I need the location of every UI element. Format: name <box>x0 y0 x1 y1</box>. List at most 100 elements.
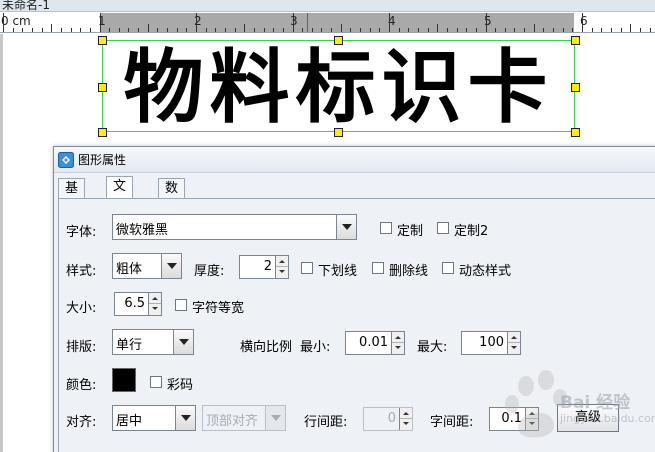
thickness-stepper[interactable]: 2 <box>239 255 289 279</box>
ruler-tick <box>167 28 168 32</box>
ruler-tick <box>428 28 429 32</box>
chevron-down-icon[interactable] <box>161 254 181 278</box>
size-label: 大小: <box>66 301 97 316</box>
ruler-tick <box>601 28 602 32</box>
layout-select[interactable]: 单行 <box>112 329 194 355</box>
style-label: 样式: <box>66 264 97 279</box>
thickness-value: 2 <box>263 259 272 274</box>
thickness-label: 厚度: <box>194 264 225 279</box>
dialog-title-bar[interactable]: 图形属性 <box>54 147 655 173</box>
resize-handle-bottom-left[interactable] <box>98 128 107 137</box>
thickness-spin-buttons <box>275 256 288 278</box>
monospace-checkbox-box[interactable] <box>175 299 187 311</box>
color-swatch[interactable] <box>112 368 136 392</box>
spin-down-icon[interactable] <box>149 304 161 315</box>
font-select[interactable]: 微软雅黑 <box>112 214 357 240</box>
size-stepper[interactable]: 6.5 <box>114 292 162 316</box>
colorful-checkbox-box[interactable] <box>150 376 162 388</box>
spin-down-icon[interactable] <box>392 343 404 354</box>
ruler-tick <box>61 28 62 32</box>
ruler-tick <box>534 24 535 32</box>
ruler-tick <box>312 28 313 32</box>
ruler-unit: 0 cm <box>1 14 31 28</box>
underline-checkbox-box[interactable] <box>301 262 313 274</box>
app-icon <box>58 152 74 168</box>
min-scale-stepper[interactable]: 0.01 <box>345 331 405 355</box>
vertical-align-select-value: 顶部对齐 <box>206 414 259 429</box>
spin-up-icon <box>400 408 412 419</box>
ruler-tick <box>563 28 564 32</box>
resize-handle-bottom[interactable] <box>334 128 343 137</box>
label-title-text[interactable]: 物料标识卡 <box>102 44 575 132</box>
ruler-tick <box>235 28 236 32</box>
ruler-tick <box>196 13 197 32</box>
window-title-strip: 未命名-1 <box>0 0 655 12</box>
resize-handle-top-right[interactable] <box>571 36 580 45</box>
resize-handle-left[interactable] <box>98 83 107 92</box>
spin-up-icon[interactable] <box>392 332 404 343</box>
color-label: 颜色: <box>66 378 97 393</box>
resize-handle-right[interactable] <box>571 83 580 92</box>
horizontal-ruler: 0 cm 1 2 3 4 5 6 <box>0 13 655 33</box>
chevron-down-icon[interactable] <box>173 330 193 354</box>
chevron-down-icon <box>265 406 285 430</box>
ruler-tick <box>148 24 149 32</box>
ruler-tick <box>457 28 458 32</box>
tab-text[interactable]: 文字 <box>106 176 134 214</box>
max-scale-spin-buttons <box>507 332 520 354</box>
chevron-down-icon[interactable] <box>336 215 356 239</box>
line-spacing-label: 行间距: <box>304 415 348 430</box>
ruler-tick <box>582 13 583 32</box>
tab-basic[interactable]: 基本 <box>58 178 86 216</box>
spin-down-icon[interactable] <box>508 343 520 354</box>
ruler-tick <box>592 28 593 32</box>
custom-checkbox-box[interactable] <box>380 222 392 234</box>
custom-checkbox-label: 定制 <box>397 224 424 239</box>
underline-checkbox-label: 下划线 <box>318 264 358 279</box>
watermark-text: Bai 经验 <box>560 393 631 413</box>
ruler-tick <box>186 28 187 32</box>
tab-datasource[interactable]: 数据源 <box>158 178 186 236</box>
ruler-tick <box>71 28 72 32</box>
ruler-tick <box>302 28 303 32</box>
ruler-tick <box>389 13 390 32</box>
style-select[interactable]: 粗体 <box>112 253 182 279</box>
max-scale-value: 100 <box>479 335 504 350</box>
spin-up-icon[interactable] <box>276 256 288 267</box>
ruler-tick <box>32 28 33 32</box>
dynamic-style-checkbox-label: 动态样式 <box>459 264 512 279</box>
chevron-down-icon[interactable] <box>175 406 195 430</box>
ruler-tick <box>13 28 14 32</box>
ruler-tick <box>22 28 23 32</box>
dynamic-style-checkbox-box[interactable] <box>442 262 454 274</box>
resize-handle-top-left[interactable] <box>98 36 107 45</box>
ruler-tick <box>495 28 496 32</box>
line-spacing-value: 0 <box>387 411 396 426</box>
spin-down-icon[interactable] <box>276 267 288 278</box>
ruler-position-marker <box>307 13 308 32</box>
ruler-active-range <box>101 13 574 32</box>
size-spin-buttons <box>148 293 161 315</box>
canvas-left-edge <box>0 34 3 452</box>
spin-up-icon[interactable] <box>508 332 520 343</box>
strikethrough-checkbox-box[interactable] <box>372 262 384 274</box>
ruler-tick <box>331 28 332 32</box>
ruler-tick <box>341 24 342 32</box>
custom2-checkbox-box[interactable] <box>437 222 449 234</box>
ruler-tick <box>650 28 651 32</box>
ruler-tick <box>100 13 101 32</box>
ruler-tick <box>51 24 52 32</box>
resize-handle-bottom-right[interactable] <box>571 128 580 137</box>
max-scale-stepper[interactable]: 100 <box>461 331 521 355</box>
ruler-tick <box>621 28 622 32</box>
align-select[interactable]: 居中 <box>112 405 196 431</box>
ruler-tick <box>42 28 43 32</box>
dialog-title: 图形属性 <box>78 153 127 167</box>
ruler-tick <box>215 28 216 32</box>
min-scale-spin-buttons <box>391 332 404 354</box>
spin-up-icon[interactable] <box>149 293 161 304</box>
resize-handle-top[interactable] <box>334 36 343 45</box>
ruler-tick <box>486 13 487 32</box>
size-value: 6.5 <box>124 296 145 311</box>
ruler-tick <box>177 28 178 32</box>
